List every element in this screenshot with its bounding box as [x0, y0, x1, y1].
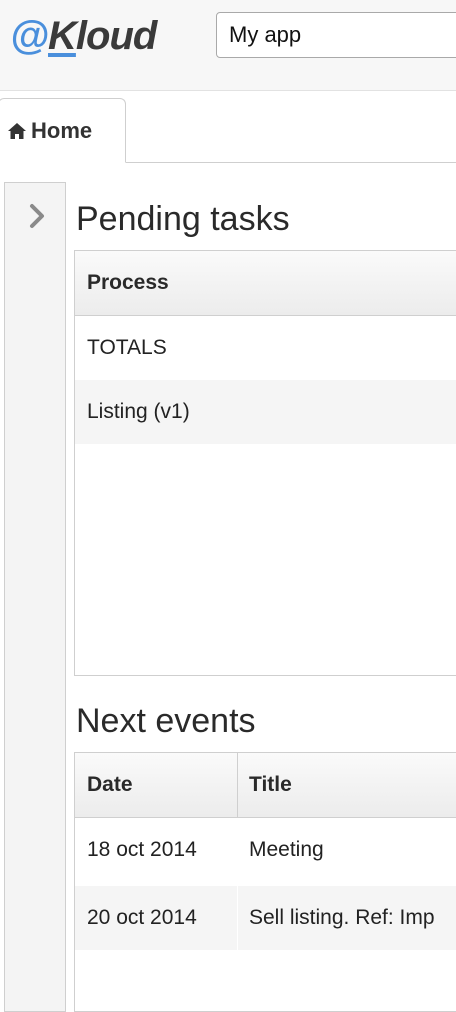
app-selector-value: My app — [229, 22, 302, 47]
table-row[interactable]: 20 oct 2014 Sell listing. Ref: Imp — [75, 886, 456, 950]
column-header-date[interactable]: Date — [75, 753, 237, 817]
tab-bar: Home — [0, 90, 456, 163]
logo-at-sign: @ — [10, 14, 49, 58]
app-logo[interactable]: @Kloud — [10, 14, 157, 58]
table-header: Process — [75, 251, 456, 316]
app-selector[interactable]: My app — [216, 12, 456, 58]
cell-date: 18 oct 2014 — [87, 838, 197, 861]
cell-title: Meeting — [249, 838, 324, 861]
top-bar: @Kloud My app — [0, 0, 456, 91]
home-icon — [8, 123, 26, 139]
tab-home[interactable]: Home — [0, 98, 126, 163]
cell-process: Listing (v1) — [87, 400, 190, 423]
tab-home-label: Home — [31, 118, 93, 143]
cell-process: TOTALS — [87, 336, 167, 359]
logo-text: loud — [75, 14, 157, 58]
chevron-right-icon[interactable] — [27, 203, 47, 229]
table-row[interactable]: Listing (v1) — [75, 380, 456, 444]
table-row[interactable]: TOTALS — [75, 316, 456, 380]
column-header-process[interactable]: Process — [75, 251, 456, 315]
column-header-title[interactable]: Title — [237, 753, 456, 817]
table-header: Date Title — [75, 753, 456, 818]
collapsed-sidebar — [4, 182, 66, 1012]
pending-tasks-table: Process TOTALS Listing (v1) — [74, 250, 456, 676]
pending-tasks-title: Pending tasks — [76, 200, 290, 238]
logo-k: K — [48, 14, 77, 58]
next-events-table: Date Title 18 oct 2014 Meeting 20 oct 20… — [74, 752, 456, 1012]
table-row[interactable]: 18 oct 2014 Meeting — [75, 818, 456, 882]
cell-date: 20 oct 2014 — [87, 906, 197, 929]
next-events-title: Next events — [76, 702, 256, 740]
cell-title: Sell listing. Ref: Imp — [249, 906, 435, 929]
